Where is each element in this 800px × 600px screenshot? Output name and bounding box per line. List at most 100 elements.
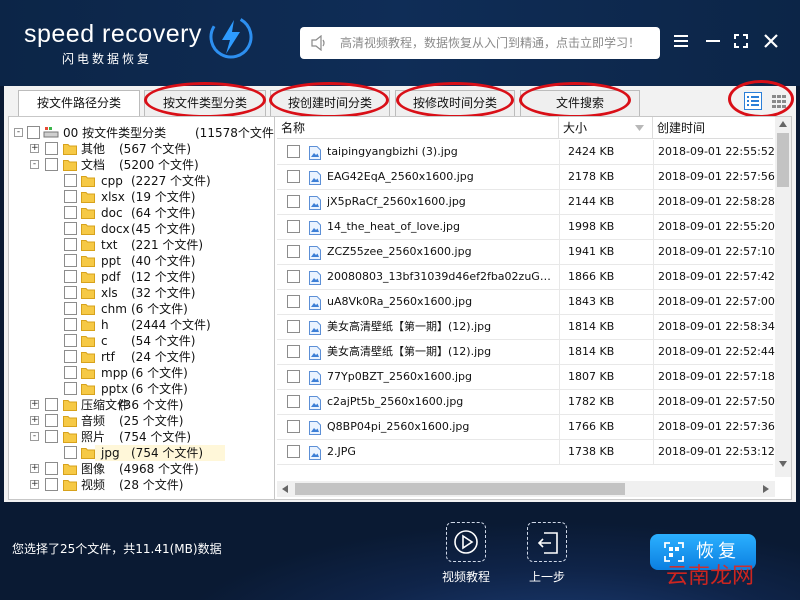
tree-checkbox[interactable] <box>45 430 58 443</box>
tree-checkbox[interactable] <box>64 238 77 251</box>
file-row[interactable]: ZCZ55zee_2560x1600.jpg 1941 KB 2018-09-01 … <box>277 240 775 265</box>
tree-item[interactable]: + 视频 (28 个文件) <box>9 477 274 493</box>
previous-step-label[interactable]: 上一步 <box>529 568 565 585</box>
column-created[interactable]: 创建时间 <box>653 117 773 139</box>
tree-item[interactable]: xlsx (19 个文件) <box>9 189 274 205</box>
tree-item[interactable]: ppt (40 个文件) <box>9 253 274 269</box>
tree-checkbox[interactable] <box>64 174 77 187</box>
file-checkbox[interactable] <box>287 170 300 183</box>
file-row[interactable]: taipingyangbizhi (3).jpg 2424 KB 2018-09-0… <box>277 140 775 165</box>
tree-item[interactable]: h (2444 个文件) <box>9 317 274 333</box>
tree-checkbox[interactable] <box>45 414 58 427</box>
file-row[interactable]: 2.JPG 1738 KB 2018-09-01 22:53:12 <box>277 440 775 465</box>
tree-item[interactable]: cpp (2227 个文件) <box>9 173 274 189</box>
vertical-scroll-thumb[interactable] <box>777 133 789 187</box>
tree-item[interactable]: + 音频 (25 个文件) <box>9 413 274 429</box>
tree-checkbox[interactable] <box>45 158 58 171</box>
tree-checkbox[interactable] <box>45 478 58 491</box>
tree-checkbox[interactable] <box>64 446 77 459</box>
tree-checkbox[interactable] <box>64 286 77 299</box>
expand-icon[interactable]: + <box>30 464 39 473</box>
file-checkbox[interactable] <box>287 395 300 408</box>
tab-by-path[interactable]: 按文件路径分类 <box>18 90 140 117</box>
file-checkbox[interactable] <box>287 195 300 208</box>
tree-checkbox[interactable] <box>64 318 77 331</box>
close-icon[interactable] <box>760 30 782 52</box>
tree-checkbox[interactable] <box>64 206 77 219</box>
horizontal-scrollbar[interactable] <box>277 481 775 497</box>
tree-checkbox[interactable] <box>64 254 77 267</box>
tree-checkbox[interactable] <box>64 382 77 395</box>
tree-item[interactable]: txt (221 个文件) <box>9 237 274 253</box>
file-checkbox[interactable] <box>287 345 300 358</box>
tree-checkbox[interactable] <box>45 142 58 155</box>
tree-checkbox[interactable] <box>27 126 40 139</box>
scroll-left-icon[interactable] <box>282 485 288 493</box>
file-row[interactable]: 14_the_heat_of_love.jpg 1998 KB 2018-09-01… <box>277 215 775 240</box>
file-row[interactable]: c2ajPt5b_2560x1600.jpg 1782 KB 2018-09-01 … <box>277 390 775 415</box>
tree-item[interactable]: doc (64 个文件) <box>9 205 274 221</box>
collapse-icon[interactable]: - <box>30 432 39 441</box>
video-tutorial-button[interactable] <box>446 522 486 562</box>
column-name[interactable]: 名称 <box>277 117 559 139</box>
tab-by-type[interactable]: 按文件类型分类 <box>144 90 266 116</box>
tab-by-created-time[interactable]: 按创建时间分类 <box>270 90 390 116</box>
file-row[interactable]: EAG42EqA_2560x1600.jpg 2178 KB 2018-09-01 … <box>277 165 775 190</box>
tree-item[interactable]: mpp (6 个文件) <box>9 365 274 381</box>
collapse-icon[interactable]: - <box>14 128 23 137</box>
tutorial-tip-bar[interactable]: 高清视频教程，数据恢复从入门到精通，点击立即学习！ <box>300 27 660 59</box>
grid-view-icon[interactable] <box>770 92 788 110</box>
expand-icon[interactable]: + <box>30 480 39 489</box>
tree-item[interactable]: + 图像 (4968 个文件) <box>9 461 274 477</box>
tree-checkbox[interactable] <box>64 302 77 315</box>
tree-checkbox[interactable] <box>64 366 77 379</box>
tree-item[interactable]: docx (45 个文件) <box>9 221 274 237</box>
tree-checkbox[interactable] <box>64 222 77 235</box>
file-row[interactable]: jX5pRaCf_2560x1600.jpg 2144 KB 2018-09-01 … <box>277 190 775 215</box>
scroll-up-icon[interactable] <box>779 121 787 127</box>
tree-checkbox[interactable] <box>64 270 77 283</box>
file-checkbox[interactable] <box>287 445 300 458</box>
list-view-icon[interactable] <box>744 92 762 110</box>
tree-root[interactable]: - 00 按文件类型分类 (11578个文件) <box>9 125 274 141</box>
file-row[interactable]: 美女高清壁纸【第一期】(12).jpg 1814 KB 2018-09-01 22:… <box>277 315 775 340</box>
file-checkbox[interactable] <box>287 295 300 308</box>
file-checkbox[interactable] <box>287 220 300 233</box>
tree-item[interactable]: xls (32 个文件) <box>9 285 274 301</box>
file-checkbox[interactable] <box>287 245 300 258</box>
tab-by-modified-time[interactable]: 按修改时间分类 <box>395 90 515 116</box>
tree-item[interactable]: pptx (6 个文件) <box>9 381 274 397</box>
expand-icon[interactable]: + <box>30 144 39 153</box>
column-size[interactable]: 大小 <box>559 117 653 139</box>
file-checkbox[interactable] <box>287 420 300 433</box>
video-tutorial-label[interactable]: 视频教程 <box>442 568 490 585</box>
scroll-down-icon[interactable] <box>779 461 787 467</box>
tree-item[interactable]: - 文档 (5200 个文件) <box>9 157 274 173</box>
tree-item[interactable]: - 照片 (754 个文件) <box>9 429 274 445</box>
previous-step-button[interactable] <box>527 522 567 562</box>
file-checkbox[interactable] <box>287 270 300 283</box>
vertical-scrollbar[interactable] <box>775 117 791 477</box>
file-row[interactable]: Q8BP04pi_2560x1600.jpg 1766 KB 2018-09-01 … <box>277 415 775 440</box>
tree-item[interactable]: + 压缩文件 (36 个文件) <box>9 397 274 413</box>
file-checkbox[interactable] <box>287 145 300 158</box>
menu-icon[interactable] <box>670 30 692 52</box>
minimize-icon[interactable] <box>702 30 724 52</box>
scroll-right-icon[interactable] <box>763 485 769 493</box>
tree-checkbox[interactable] <box>45 462 58 475</box>
tree-item[interactable]: rtf (24 个文件) <box>9 349 274 365</box>
tree-checkbox[interactable] <box>64 350 77 363</box>
tree-checkbox[interactable] <box>64 334 77 347</box>
maximize-icon[interactable] <box>730 30 752 52</box>
collapse-icon[interactable]: - <box>30 160 39 169</box>
file-row[interactable]: 20080803_13bf31039d46ef2fba02zuG2Tgxsg..… <box>277 265 775 290</box>
file-row[interactable]: 美女高清壁纸【第一期】(12).jpg 1814 KB 2018-09-01 22:… <box>277 340 775 365</box>
horizontal-scroll-thumb[interactable] <box>295 483 625 495</box>
tree-item[interactable]: + 其他 (567 个文件) <box>9 141 274 157</box>
file-checkbox[interactable] <box>287 320 300 333</box>
tree-item[interactable]: jpg (754 个文件) <box>64 445 225 461</box>
expand-icon[interactable]: + <box>30 400 39 409</box>
tree-item[interactable]: c (54 个文件) <box>9 333 274 349</box>
tree-item[interactable]: pdf (12 个文件) <box>9 269 274 285</box>
file-row[interactable]: 77Yp0BZT_2560x1600.jpg 1807 KB 2018-09-01 … <box>277 365 775 390</box>
